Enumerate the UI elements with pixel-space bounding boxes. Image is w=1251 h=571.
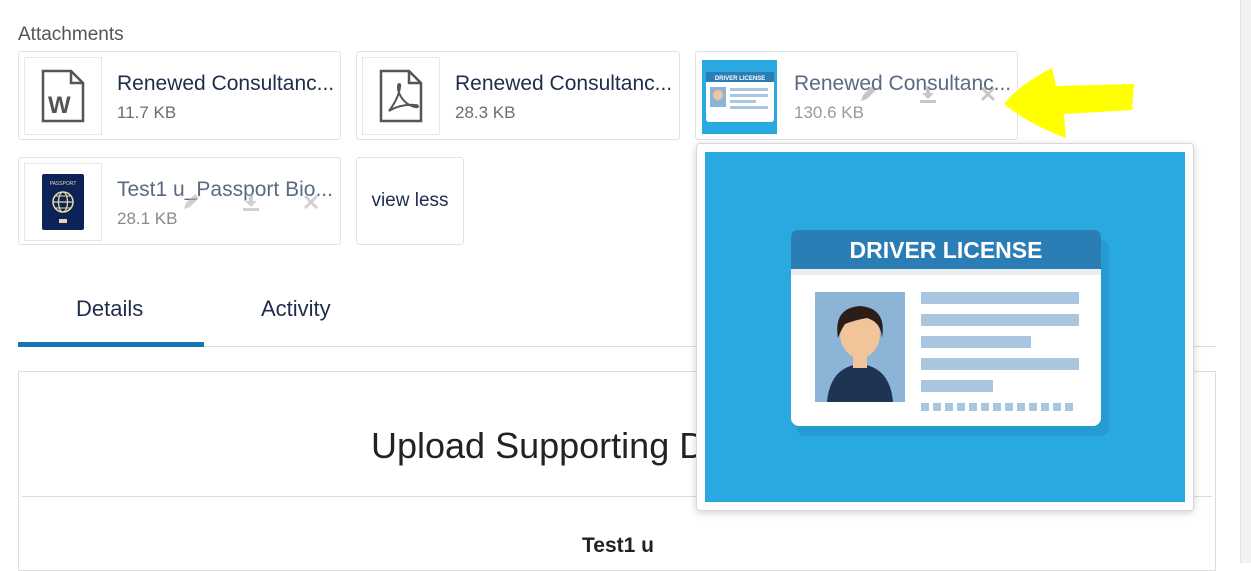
driver-license-preview-image: DRIVER LICENSE — [705, 152, 1185, 502]
edit-icon[interactable] — [181, 192, 201, 212]
attachment-size: 130.6 KB — [794, 103, 864, 122]
active-tab-indicator — [18, 342, 204, 347]
delete-icon[interactable] — [301, 192, 321, 212]
delete-icon[interactable] — [978, 84, 998, 104]
page-scrollbar[interactable] — [1240, 0, 1251, 563]
download-icon[interactable] — [241, 192, 261, 212]
view-less-button[interactable]: view less — [356, 157, 464, 245]
edit-icon[interactable] — [858, 84, 878, 104]
preview-card-title: DRIVER LICENSE — [850, 237, 1043, 263]
page-title: Upload Supporting D — [371, 425, 706, 466]
tab-activity[interactable]: Activity — [261, 296, 331, 322]
passport-label: PASSPORT — [50, 181, 77, 187]
tab-details[interactable]: Details — [76, 296, 143, 322]
word-doc-icon: W — [24, 57, 102, 135]
attachment-name[interactable]: Renewed Consultanc... — [455, 72, 672, 96]
attachment-name[interactable]: Renewed Consultanc... — [117, 72, 334, 96]
passport-thumbnail: PASSPORT — [24, 163, 102, 241]
attachment-card-word[interactable]: W Renewed Consultanc... 11.7 KB — [18, 51, 341, 140]
attachment-preview-popup: DRIVER LICENSE — [696, 143, 1194, 511]
attachments-heading: Attachments — [18, 24, 124, 45]
driver-license-thumbnail: DRIVER LICENSE — [702, 60, 777, 134]
attachment-size: 28.1 KB — [117, 209, 178, 228]
attachment-size: 11.7 KB — [117, 103, 177, 122]
attachment-card-driver-license[interactable]: DRIVER LICENSE Renewed Consultanc... 130… — [695, 51, 1018, 140]
attachment-size: 28.3 KB — [455, 103, 516, 122]
svg-text:W: W — [48, 92, 71, 119]
attachment-card-pdf[interactable]: Renewed Consultanc... 28.3 KB — [356, 51, 680, 140]
attachment-card-passport[interactable]: PASSPORT Test1 u_Passport Bio... 28.1 KB — [18, 157, 341, 245]
view-less-label: view less — [371, 190, 449, 211]
user-name: Test1 u — [582, 534, 654, 557]
download-icon[interactable] — [918, 84, 938, 104]
highlight-arrow-icon — [1004, 68, 1134, 138]
thumb-card-title: DRIVER LICENSE — [714, 76, 764, 82]
pdf-icon — [362, 57, 440, 135]
